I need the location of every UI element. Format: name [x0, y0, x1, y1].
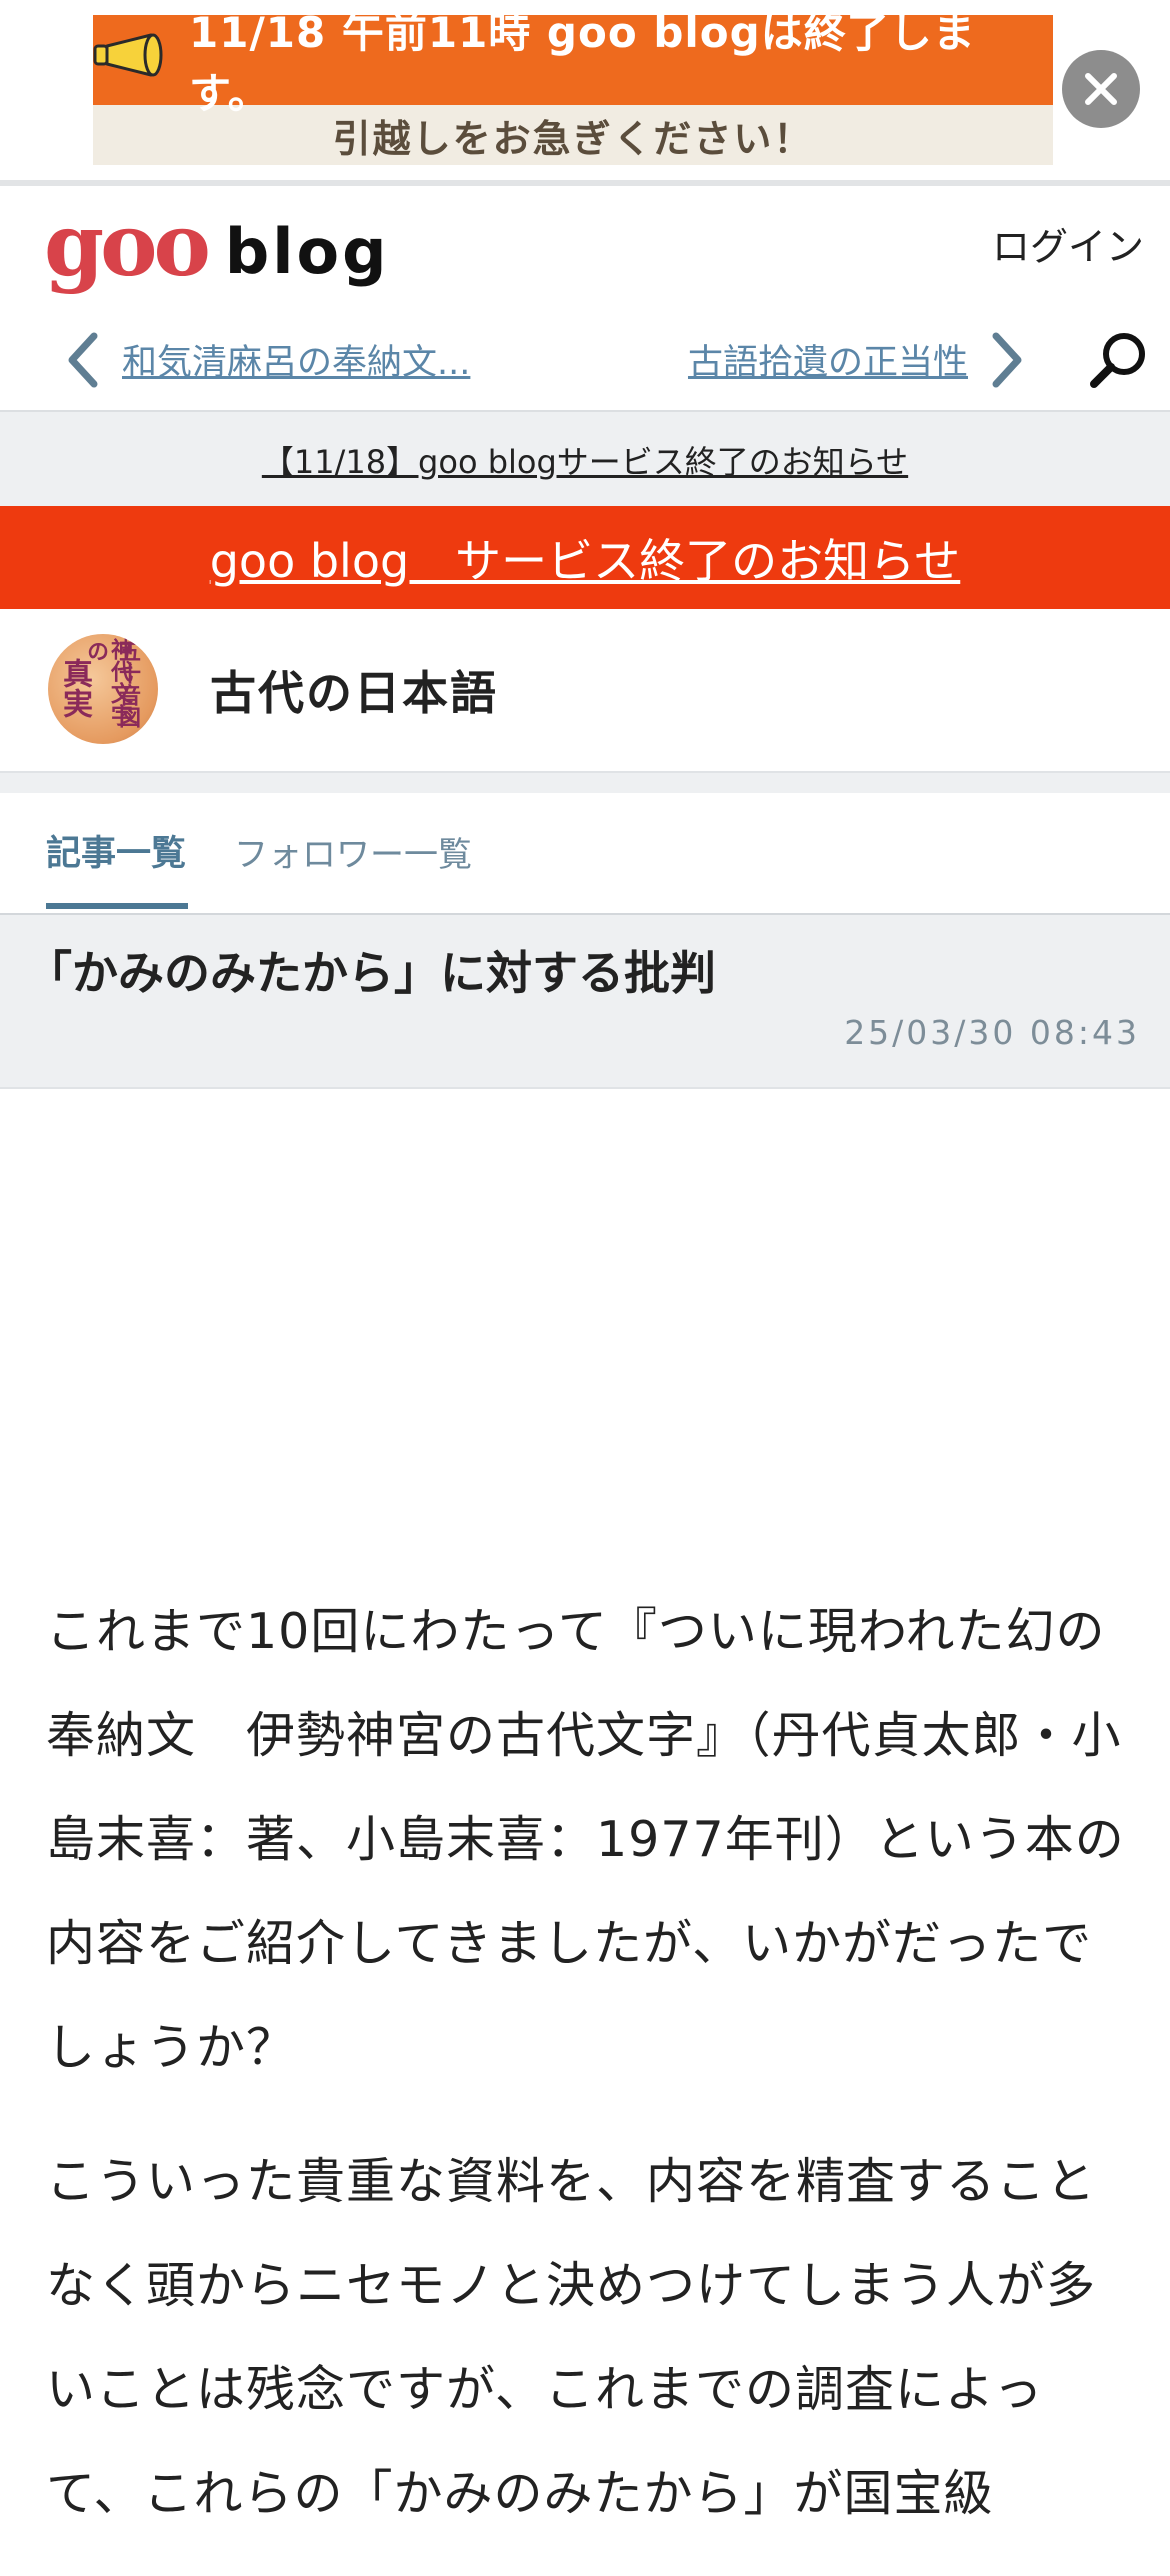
section-divider: [0, 771, 1170, 793]
next-article-link[interactable]: 古語拾遺の正当性: [688, 334, 968, 385]
active-tab-indicator: [46, 903, 188, 909]
article-title: 「かみのみたから」に対する批判: [26, 946, 716, 1000]
notice-link[interactable]: 【11/18】goo blogサービス終了のお知らせ: [0, 410, 1170, 508]
blog-header: 神代文字 五十音図の 真実 古代の日本語: [0, 609, 1170, 771]
megaphone-icon: [93, 32, 167, 88]
logo-goo-text: goo: [44, 195, 211, 296]
service-end-banner[interactable]: 11/18 午前11時 goo blogは終了します。 引越しをお急ぎください！: [93, 15, 1053, 165]
article-paragraph: こういった貴重な資料を、内容を精査することなく頭からニセモノと決めつけてしまう人…: [46, 2153, 1097, 2522]
login-link[interactable]: ログイン: [992, 216, 1144, 271]
goo-blog-logo[interactable]: goo blog: [44, 195, 390, 296]
article-paragraph: これまで10回にわたって『ついに現われた幻の奉納文 伊勢神宮の古代文字』（丹代貞…: [46, 1603, 1125, 2076]
chevron-right-icon[interactable]: [988, 330, 1028, 394]
prev-article-link[interactable]: 和気清麻呂の奉納文...: [122, 334, 470, 385]
search-icon[interactable]: [1086, 328, 1150, 396]
tab-followers[interactable]: フォロワー一覧: [234, 827, 472, 876]
service-end-notice-link[interactable]: goo blog サービス終了のお知らせ: [0, 506, 1170, 609]
article-navigation: 和気清麻呂の奉納文... 古語拾遺の正当性: [0, 310, 1170, 410]
site-header: goo blog ログイン: [0, 186, 1170, 310]
article-date: 25/03/30 08:43: [844, 1013, 1140, 1052]
chevron-left-icon[interactable]: [62, 330, 102, 394]
banner-line1: 11/18 午前11時 goo blogは終了します。: [189, 15, 976, 118]
logo-blog-text: blog: [224, 215, 390, 288]
blog-title[interactable]: 古代の日本語: [210, 657, 498, 723]
banner-headline: 11/18 午前11時 goo blogは終了します。: [93, 15, 1053, 118]
blog-tabs: 記事一覧 フォロワー一覧: [0, 791, 1170, 915]
article-header: 「かみのみたから」に対する批判 25/03/30 08:43: [0, 915, 1170, 1089]
top-banner-area: 11/18 午前11時 goo blogは終了します。 引越しをお急ぎください！: [0, 0, 1170, 180]
blog-avatar[interactable]: 神代文字 五十音図の 真実: [48, 634, 158, 744]
close-icon[interactable]: [1062, 50, 1140, 128]
article-body: これまで10回にわたって『ついに現われた幻の奉納文 伊勢神宮の古代文字』（丹代貞…: [46, 1580, 1126, 2576]
tab-articles[interactable]: 記事一覧: [46, 825, 186, 876]
